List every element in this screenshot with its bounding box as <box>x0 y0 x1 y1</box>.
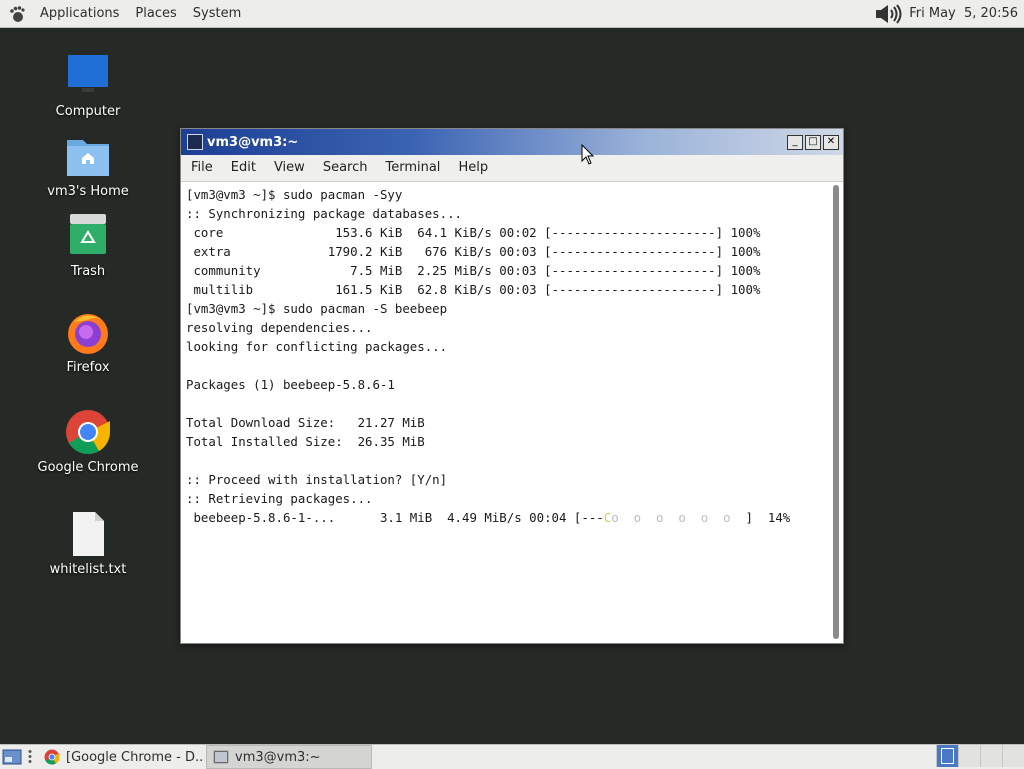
top-panel: Applications Places System Fri May 5, 20… <box>0 0 1024 28</box>
workspace-2[interactable] <box>958 745 980 767</box>
desktop-icon-label: Computer <box>55 104 121 119</box>
system-menu[interactable]: System <box>185 0 249 27</box>
terminal-line: core 153.6 KiB 64.1 KiB/s 00:02 [-------… <box>186 225 761 240</box>
desktop-icon-label: vm3's Home <box>47 184 129 199</box>
desktop-icon-computer[interactable]: Computer <box>28 52 148 119</box>
workspace-1[interactable] <box>936 745 958 767</box>
terminal-line: :: Retrieving packages... <box>186 491 373 506</box>
clock[interactable]: Fri May 5, 20:56 <box>909 6 1018 21</box>
terminal-line: :: Proceed with installation? [Y/n] <box>186 472 448 487</box>
terminal-line: Total Download Size: 21.27 MiB <box>186 415 425 430</box>
monitor-icon <box>68 55 108 92</box>
terminal-scrollbar[interactable] <box>833 185 839 639</box>
terminal-output[interactable]: [vm3@vm3 ~]$ sudo pacman -Syy :: Synchro… <box>186 185 826 639</box>
bottom-taskbar: [Google Chrome - D... vm3@vm3:~ <box>0 744 1024 769</box>
firefox-icon <box>68 314 108 354</box>
terminal-menubar: File Edit View Search Terminal Help <box>181 155 843 182</box>
window-controls: _ □ ✕ <box>785 134 839 150</box>
menu-view[interactable]: View <box>264 155 313 181</box>
task-label: [Google Chrome - D... <box>66 749 202 765</box>
mouse-pointer-icon <box>581 144 595 165</box>
task-terminal[interactable]: vm3@vm3:~ <box>206 745 372 769</box>
chrome-icon <box>44 749 60 765</box>
menu-file[interactable]: File <box>181 155 221 181</box>
terminal-window[interactable]: vm3@vm3:~ _ □ ✕ File Edit View Search Te… <box>180 128 844 644</box>
taskbar-handle[interactable] <box>28 749 32 765</box>
menu-search[interactable]: Search <box>313 155 376 181</box>
maximize-button[interactable]: □ <box>805 134 821 150</box>
terminal-line: :: Synchronizing package databases... <box>186 206 463 221</box>
menu-terminal[interactable]: Terminal <box>375 155 448 181</box>
window-titlebar[interactable]: vm3@vm3:~ _ □ ✕ <box>181 129 843 155</box>
terminal-line: Total Installed Size: 26.35 MiB <box>186 434 425 449</box>
desktop-icon-label: Trash <box>70 264 106 279</box>
menu-edit[interactable]: Edit <box>221 155 264 181</box>
desktop-icon-label: Firefox <box>66 360 110 375</box>
gnome-foot-icon[interactable] <box>8 5 26 23</box>
desktop-icon-firefox[interactable]: Firefox <box>28 308 148 375</box>
terminal-line: resolving dependencies... <box>186 320 373 335</box>
chrome-icon <box>66 410 110 455</box>
scrollbar-thumb[interactable] <box>833 185 839 639</box>
minimize-button[interactable]: _ <box>787 134 803 150</box>
terminal-line: Packages (1) beebeep-5.8.6-1 <box>186 377 395 392</box>
desktop-icon-google-chrome[interactable]: Google Chrome <box>28 408 148 475</box>
desktop-icon-label: Google Chrome <box>37 460 139 475</box>
terminal-line: [vm3@vm3 ~]$ sudo pacman -Syy <box>186 187 403 202</box>
desktop-icon-trash[interactable]: Trash <box>28 212 148 279</box>
terminal-line: looking for conflicting packages... <box>186 339 448 354</box>
terminal-line: multilib 161.5 KiB 62.8 KiB/s 00:03 [---… <box>186 282 761 297</box>
menu-help[interactable]: Help <box>448 155 496 181</box>
show-desktop-icon[interactable] <box>2 748 22 766</box>
task-google-chrome[interactable]: [Google Chrome - D... <box>38 746 202 768</box>
volume-icon[interactable] <box>875 3 905 24</box>
download-progress-line: beebeep-5.8.6-1-... 3.1 MiB 4.49 MiB/s 0… <box>186 510 790 525</box>
window-title: vm3@vm3:~ <box>207 134 299 150</box>
places-menu[interactable]: Places <box>127 0 184 27</box>
desktop-icon-label: whitelist.txt <box>49 562 127 577</box>
workspace-3[interactable] <box>980 745 1002 767</box>
panel-status-area: Fri May 5, 20:56 <box>875 3 1024 24</box>
download-progress-prefix: beebeep-5.8.6-1-... 3.1 MiB 4.49 MiB/s 0… <box>186 510 604 525</box>
text-file-icon <box>73 512 104 556</box>
download-progress-suffix: ] 14% <box>738 510 791 525</box>
desktop-icon-home[interactable]: vm3's Home <box>28 132 148 199</box>
close-button[interactable]: ✕ <box>823 134 839 150</box>
task-label: vm3@vm3:~ <box>235 749 321 765</box>
desktop-icon-whitelist-txt[interactable]: whitelist.txt <box>28 510 148 577</box>
progress-dots: o o o o o o <box>611 510 739 525</box>
terminal-icon <box>187 134 203 150</box>
workspace-4[interactable] <box>1002 745 1024 767</box>
terminal-line: extra 1790.2 KiB 676 KiB/s 00:03 [------… <box>186 244 761 259</box>
trash-icon <box>70 214 106 254</box>
applications-menu[interactable]: Applications <box>32 0 127 27</box>
workspace-switcher <box>936 745 1024 769</box>
terminal-icon <box>213 750 229 764</box>
terminal-line: [vm3@vm3 ~]$ sudo pacman -S beebeep <box>186 301 448 316</box>
home-folder-icon <box>67 140 109 176</box>
terminal-line: community 7.5 MiB 2.25 MiB/s 00:03 [----… <box>186 263 761 278</box>
